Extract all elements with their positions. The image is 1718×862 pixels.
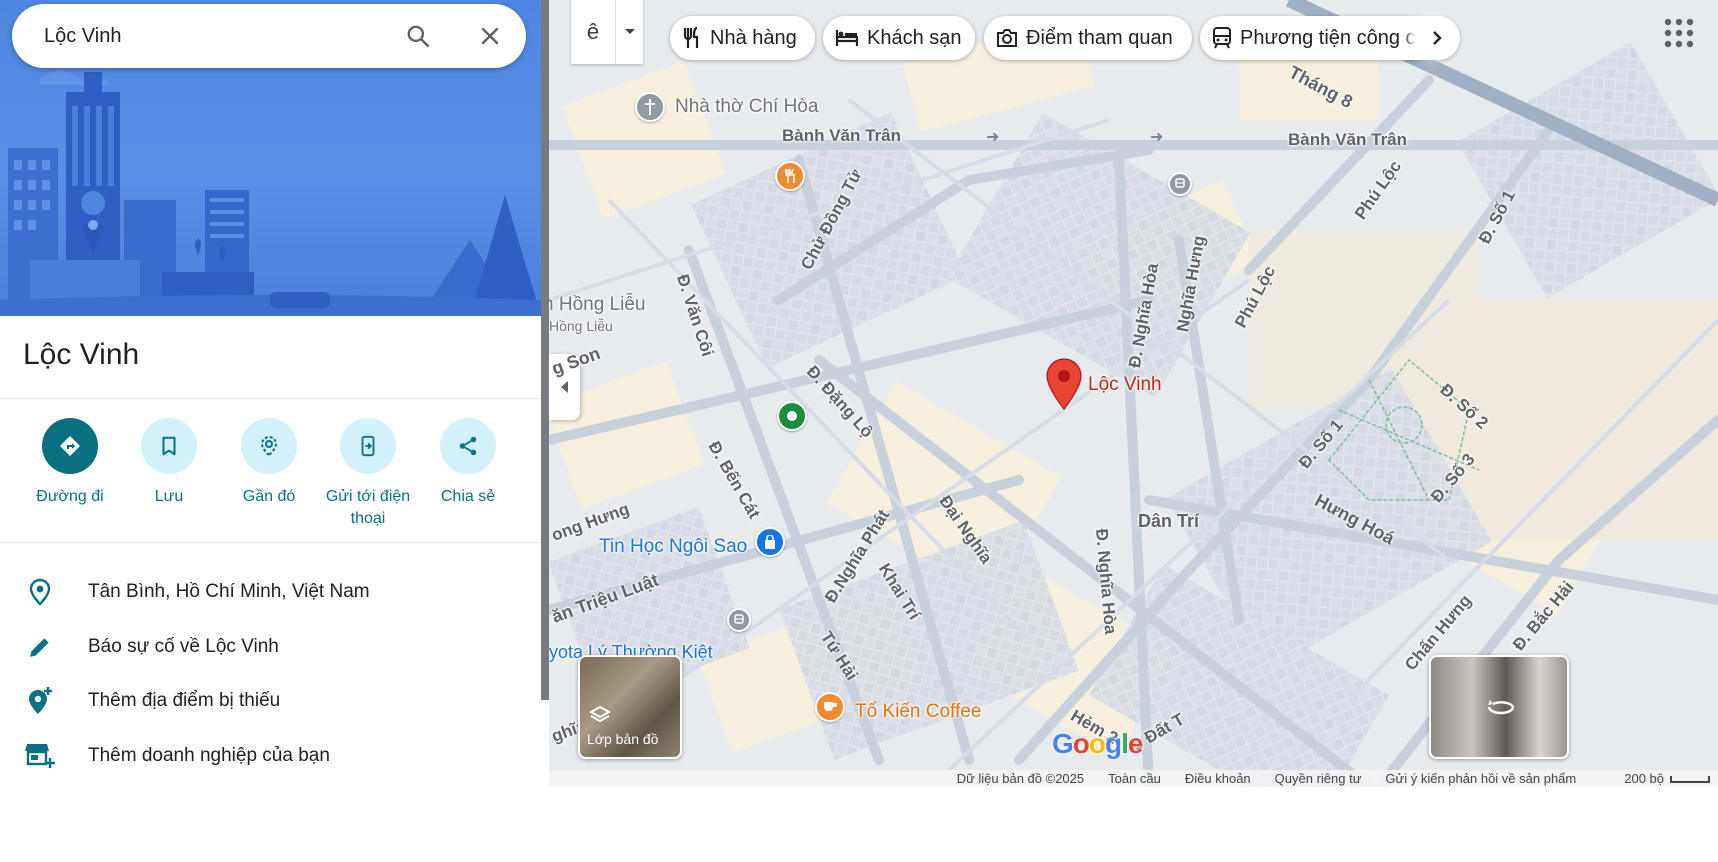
- nearby-button[interactable]: Gần đó: [219, 418, 319, 508]
- map-data-credit[interactable]: Dữ liệu bản đồ ©2025: [957, 771, 1084, 786]
- search-icon[interactable]: [402, 20, 434, 52]
- rotate-360-icon: [1487, 700, 1515, 715]
- save-label: Lưu: [154, 488, 184, 505]
- send-to-phone-icon: [340, 418, 396, 474]
- add-business-row[interactable]: Thêm doanh nghiệp của bạn: [0, 728, 541, 783]
- report-issue-row[interactable]: Báo sự cố về Lộc Vinh: [0, 619, 541, 674]
- road-label: Dân Trí: [1138, 511, 1200, 531]
- chevron-left-icon: [560, 381, 568, 393]
- location-pin-icon: [0, 578, 80, 606]
- bus-stop-icon[interactable]: [727, 608, 751, 632]
- scale-bar: [1670, 776, 1710, 784]
- road-label: Bành Văn Trân: [1288, 130, 1408, 149]
- address-row[interactable]: Tân Bình, Hồ Chí Minh, Việt Nam: [0, 564, 541, 619]
- layers-icon: [589, 705, 611, 723]
- add-missing-place-row[interactable]: Thêm địa điểm bị thiếu: [0, 673, 541, 728]
- chevron-down-icon[interactable]: [615, 0, 643, 64]
- chip-attractions-label: Điểm tham quan: [1026, 26, 1173, 49]
- chevron-right-icon: [1433, 31, 1442, 45]
- bus-stop-icon[interactable]: [1168, 172, 1192, 196]
- send-to-phone-button[interactable]: Gửi tới điện thoại: [318, 418, 418, 530]
- apps-grid-icon[interactable]: [1662, 16, 1696, 50]
- add-place-icon: [0, 686, 80, 716]
- restaurant-icon: [683, 27, 699, 48]
- restaurant-pin-icon[interactable]: [775, 161, 805, 191]
- bookmark-icon: [141, 418, 197, 474]
- address-text: Tân Bình, Hồ Chí Minh, Việt Nam: [88, 580, 370, 602]
- search-box[interactable]: [12, 4, 526, 68]
- divider: [0, 542, 541, 543]
- nearby-label: Gần đó: [242, 488, 296, 505]
- share-icon: [440, 418, 496, 474]
- add-missing-place-text: Thêm địa điểm bị thiếu: [88, 689, 281, 711]
- camera-icon: [997, 29, 1017, 47]
- place-pin-icon[interactable]: [777, 401, 807, 431]
- area-label: Hồng Liễu: [549, 318, 613, 334]
- church-icon[interactable]: [635, 92, 665, 122]
- one-way-arrow-icon: ➜: [986, 129, 1000, 146]
- transit-icon: [1213, 27, 1231, 49]
- save-button[interactable]: Lưu: [119, 418, 219, 508]
- chip-restaurants[interactable]: Nhà hàng: [670, 16, 815, 60]
- layers-button[interactable]: Lớp bản đồ: [578, 655, 682, 759]
- chips-next-button[interactable]: [1415, 16, 1459, 60]
- input-tools-glyph: ê: [586, 19, 600, 44]
- search-input[interactable]: [44, 24, 384, 48]
- poi-church-label[interactable]: Nhà thờ Chí Hòa: [675, 96, 818, 118]
- scale-label: 200 bộ: [1624, 771, 1664, 786]
- directions-label: Đường đi: [36, 488, 104, 505]
- chip-hotels-label: Khách sạn: [867, 26, 962, 49]
- directions-icon: [42, 418, 98, 474]
- street-view-thumbnail[interactable]: [1429, 655, 1569, 759]
- poi-coffee-label[interactable]: Tổ Kiến Coffee: [855, 701, 981, 723]
- shopping-pin-icon[interactable]: [755, 527, 785, 557]
- add-business-icon: [0, 742, 80, 770]
- place-title: Lộc Vinh: [23, 338, 140, 371]
- chip-hotels[interactable]: Khách sạn: [823, 16, 975, 60]
- divider: [0, 398, 541, 399]
- feedback-link[interactable]: Gửi ý kiến phản hồi về sản phẩm: [1385, 771, 1576, 786]
- share-button[interactable]: Chia sẻ: [418, 418, 518, 508]
- nearby-icon: [241, 418, 297, 474]
- share-label: Chia sẻ: [440, 488, 496, 505]
- chip-restaurants-label: Nhà hàng: [710, 26, 797, 49]
- one-way-arrow-icon: ➜: [1150, 129, 1164, 146]
- input-tools-button[interactable]: ê: [571, 0, 643, 64]
- selected-place-label[interactable]: Lộc Vinh: [1088, 374, 1162, 396]
- pencil-icon: [0, 634, 80, 660]
- road-label: Bành Văn Trân: [782, 126, 902, 145]
- chip-attractions[interactable]: Điểm tham quan: [984, 16, 1192, 60]
- cafe-pin-icon[interactable]: [815, 692, 845, 722]
- map-footer: Dữ liệu bản đồ ©2025 Toàn cầu Điều khoản…: [549, 770, 1718, 787]
- layers-label: Lớp bản đồ: [587, 731, 659, 747]
- directions-button[interactable]: Đường đi: [20, 418, 120, 508]
- terms-link[interactable]: Điều khoản: [1185, 771, 1251, 786]
- scale-control[interactable]: 200 bộ: [1600, 771, 1710, 786]
- hotel-icon: [835, 30, 859, 46]
- report-issue-text: Báo sự cố về Lộc Vinh: [88, 635, 279, 657]
- close-icon[interactable]: [474, 20, 506, 52]
- global-link[interactable]: Toàn cầu: [1108, 771, 1161, 786]
- page-bottom: [0, 787, 1718, 862]
- send-to-phone-label: Gửi tới điện thoại: [325, 488, 411, 527]
- map-canvas[interactable]: ê Nhà hàng Khách sạn Điểm tham quan Phươ…: [549, 0, 1718, 787]
- panel-scrollbar[interactable]: [541, 0, 549, 700]
- chip-transit-label: Phương tiện công c: [1240, 26, 1416, 49]
- google-logo: Google: [1052, 728, 1143, 759]
- area-label: n Hồng Liễu: [549, 294, 646, 315]
- poi-tin-hoc-label[interactable]: Tin Học Ngôi Sao: [599, 536, 747, 558]
- side-panel: Lộc Vinh Đường đi Lưu Gần đó Gửi tới điệ…: [0, 0, 541, 787]
- add-business-text: Thêm doanh nghiệp của bạn: [88, 744, 330, 766]
- privacy-link[interactable]: Quyền riêng tư: [1275, 771, 1362, 786]
- selected-place-marker-icon[interactable]: [1045, 358, 1083, 410]
